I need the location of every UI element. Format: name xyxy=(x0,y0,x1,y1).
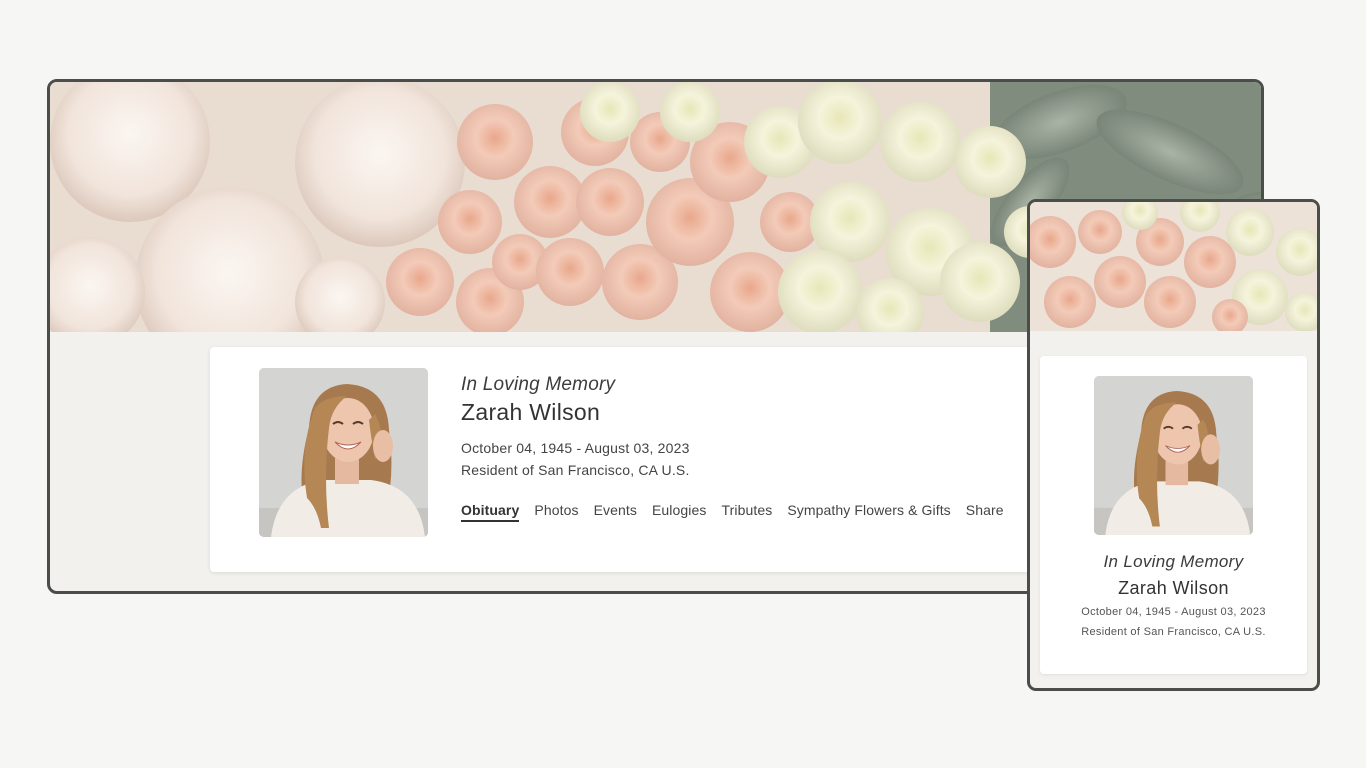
tab-sympathy-flowers-gifts[interactable]: Sympathy Flowers & Gifts xyxy=(787,502,950,522)
tab-events[interactable]: Events xyxy=(594,502,637,522)
mobile-portrait-photo xyxy=(1094,376,1253,535)
mobile-life-dates: October 04, 1945 - August 03, 2023 xyxy=(1081,606,1266,618)
mobile-floral-banner-image xyxy=(1030,202,1317,331)
mobile-memorial-card: In Loving Memory Zarah Wilson October 04… xyxy=(1040,356,1307,674)
portrait-art xyxy=(259,368,428,537)
memorial-tab-nav: Obituary Photos Events Eulogies Tributes… xyxy=(461,502,1019,522)
memorial-info: In Loving Memory Zarah Wilson October 04… xyxy=(461,374,690,478)
mobile-residence-text: Resident of San Francisco, CA U.S. xyxy=(1081,626,1266,638)
tab-eulogies[interactable]: Eulogies xyxy=(652,502,707,522)
mobile-deceased-name: Zarah Wilson xyxy=(1118,578,1229,598)
mobile-floral-banner-art xyxy=(1030,202,1317,331)
residence-text: Resident of San Francisco, CA U.S. xyxy=(461,462,690,478)
portrait-photo xyxy=(259,368,428,537)
mobile-memorial-tagline: In Loving Memory xyxy=(1103,552,1244,571)
mobile-portrait-art xyxy=(1094,376,1253,535)
tab-obituary[interactable]: Obituary xyxy=(461,502,520,522)
memorial-card: In Loving Memory Zarah Wilson October 04… xyxy=(210,347,1050,572)
tab-tributes[interactable]: Tributes xyxy=(721,502,772,522)
deceased-name: Zarah Wilson xyxy=(461,399,601,425)
tab-photos[interactable]: Photos xyxy=(534,502,578,522)
mobile-preview-frame: In Loving Memory Zarah Wilson October 04… xyxy=(1027,199,1320,691)
tab-share[interactable]: Share xyxy=(966,502,1004,522)
life-dates: October 04, 1945 - August 03, 2023 xyxy=(461,440,690,456)
memorial-tagline: In Loving Memory xyxy=(461,374,616,395)
